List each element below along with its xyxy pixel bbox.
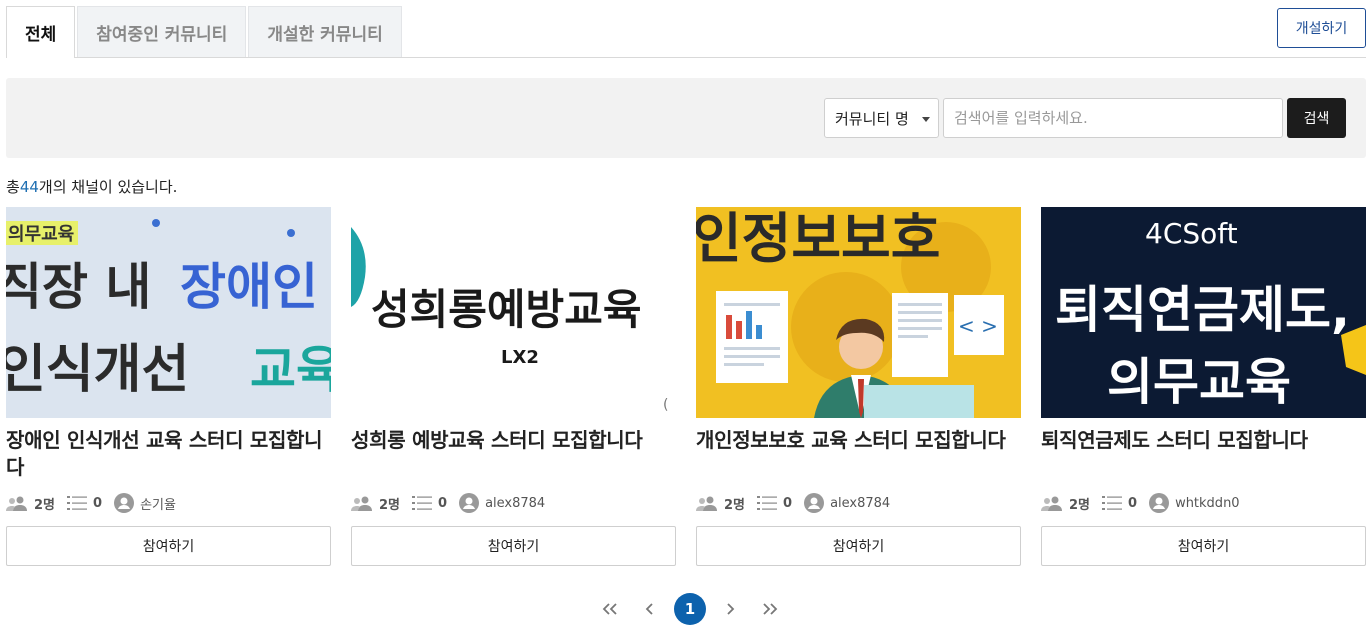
card-thumbnail-image: 의무교육 직장 내 장애인 인식개선 교육: [6, 207, 331, 418]
community-card: 4CSoft 퇴직연금제도, 의무교육 퇴직연금제도 스터디 모집합니다 2명 …: [1041, 207, 1366, 566]
card-thumbnail-image: 4CSoft 퇴직연금제도, 의무교육: [1041, 207, 1366, 418]
channel-count-number: 44: [19, 178, 39, 196]
owner-name: whtkddn0: [1175, 495, 1240, 511]
card-meta: 2명 0 alex8784: [351, 492, 676, 514]
list-icon: [757, 495, 778, 511]
member-count: 2명: [34, 497, 56, 513]
member-count: 2명: [724, 497, 746, 513]
owner-name: 손기율: [140, 497, 176, 513]
card-thumbnail-image: 성희롱예방교육 LX2 (: [351, 207, 676, 418]
tab-bar: 전체 참여중인 커뮤니티 개설한 커뮤니티: [6, 6, 1366, 58]
prev-page-icon[interactable]: [634, 593, 666, 625]
card-title[interactable]: 퇴직연금제도 스터디 모집합니다: [1041, 427, 1366, 481]
svg-text:퇴직연금제도,: 퇴직연금제도,: [1055, 281, 1350, 339]
post-count: 0: [438, 495, 448, 511]
tab-joined-communities[interactable]: 참여중인 커뮤니티: [77, 6, 247, 57]
user-avatar-icon: [114, 493, 135, 513]
card-thumbnail-image: 인정보보호 < >: [696, 207, 1021, 418]
join-button[interactable]: 참여하기: [6, 526, 331, 566]
svg-text:교육: 교육: [250, 341, 331, 399]
owner-name: alex8784: [830, 495, 891, 511]
search-bar: 커뮤니티 명 검색: [6, 78, 1366, 158]
list-icon: [412, 495, 433, 511]
svg-text:LX2: LX2: [501, 347, 539, 368]
user-avatar-icon: [459, 493, 480, 513]
owner-name: alex8784: [485, 495, 546, 511]
last-page-icon[interactable]: [754, 593, 786, 625]
members-icon: [6, 495, 28, 511]
members-icon: [696, 495, 718, 511]
card-meta: 2명 0 손기율: [6, 492, 331, 514]
member-count: 2명: [379, 497, 401, 513]
members-icon: [1041, 495, 1063, 511]
list-icon: [67, 495, 88, 511]
card-meta: 2명 0 whtkddn0: [1041, 492, 1366, 514]
list-icon: [1102, 495, 1123, 511]
member-count: 2명: [1069, 497, 1091, 513]
next-page-icon[interactable]: [714, 593, 746, 625]
card-meta: 2명 0 alex8784: [696, 492, 1021, 514]
svg-text:의무교육: 의무교육: [1107, 353, 1291, 411]
card-title[interactable]: 장애인 인식개선 교육 스터디 모집합니다: [6, 427, 331, 481]
pagination: 1: [590, 593, 790, 625]
page-number-current[interactable]: 1: [674, 593, 706, 625]
card-thumbnail[interactable]: 의무교육 직장 내 장애인 인식개선 교육: [6, 207, 331, 418]
channel-count: 총44개의 채널이 있습니다.: [6, 178, 178, 196]
svg-text:의무교육: 의무교육: [8, 224, 74, 245]
community-card: 성희롱예방교육 LX2 ( 성희롱 예방교육 스터디 모집합니다 2명 0 al…: [351, 207, 676, 566]
svg-text:인정보보호: 인정보보호: [696, 207, 940, 270]
join-button[interactable]: 참여하기: [351, 526, 676, 566]
first-page-icon[interactable]: [594, 593, 626, 625]
join-button[interactable]: 참여하기: [1041, 526, 1366, 566]
join-button[interactable]: 참여하기: [696, 526, 1021, 566]
caret-down-icon: [922, 117, 930, 122]
svg-text:장애인: 장애인: [180, 258, 318, 316]
post-count: 0: [783, 495, 793, 511]
community-card: 의무교육 직장 내 장애인 인식개선 교육 장애인 인식개선 교육 스터디 모집…: [6, 207, 331, 566]
svg-text:인식개선: 인식개선: [6, 340, 189, 400]
search-type-value: 커뮤니티 명: [835, 109, 909, 128]
card-title[interactable]: 성희롱 예방교육 스터디 모집합니다: [351, 427, 676, 481]
tab-all[interactable]: 전체: [6, 6, 76, 58]
card-thumbnail[interactable]: 인정보보호 < >: [696, 207, 1021, 418]
community-card: 인정보보호 < > 개인정보보호 교육 스터디 모집합니다 2명 0 alex8…: [696, 207, 1021, 566]
svg-text:성희롱예방교육: 성희롱예방교육: [371, 285, 641, 334]
card-thumbnail[interactable]: 성희롱예방교육 LX2 (: [351, 207, 676, 418]
search-button[interactable]: 검색: [1287, 98, 1346, 138]
post-count: 0: [1128, 495, 1138, 511]
search-type-select[interactable]: 커뮤니티 명: [824, 98, 939, 138]
user-avatar-icon: [804, 493, 825, 513]
members-icon: [351, 495, 373, 511]
user-avatar-icon: [1149, 493, 1170, 513]
card-title[interactable]: 개인정보보호 교육 스터디 모집합니다: [696, 427, 1021, 481]
create-community-button[interactable]: 개설하기: [1277, 8, 1366, 48]
card-thumbnail[interactable]: 4CSoft 퇴직연금제도, 의무교육: [1041, 207, 1366, 418]
svg-text:4CSoft: 4CSoft: [1145, 217, 1238, 250]
search-input[interactable]: [943, 98, 1283, 138]
post-count: 0: [93, 495, 103, 511]
tab-created-communities[interactable]: 개설한 커뮤니티: [248, 6, 402, 57]
svg-text:(: (: [663, 397, 668, 413]
svg-text:직장 내: 직장 내: [6, 258, 151, 316]
svg-text:< >: < >: [958, 314, 998, 338]
